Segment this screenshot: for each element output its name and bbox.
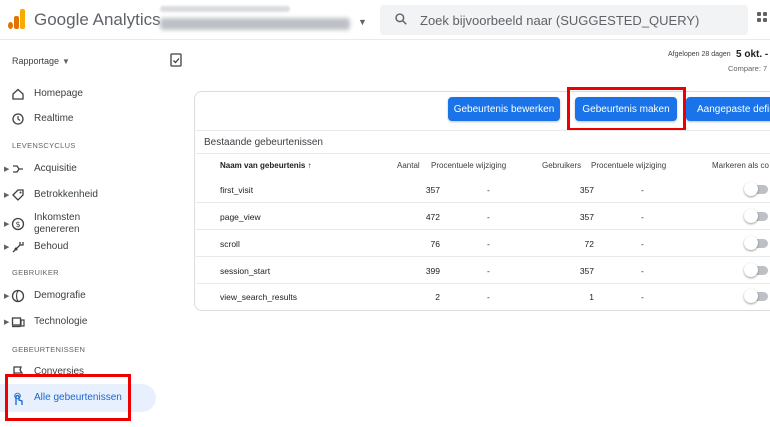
event-name[interactable]: page_view — [220, 212, 261, 222]
analytics-logo-icon[interactable] — [8, 9, 26, 29]
date-range-picker[interactable]: 5 okt. - — [736, 49, 768, 60]
event-count: 76 — [430, 239, 440, 249]
chevron-down-icon[interactable]: ▼ — [358, 17, 367, 27]
sidebar-item-label: Demografie — [34, 290, 86, 301]
home-icon — [12, 88, 24, 100]
search-input[interactable] — [420, 5, 740, 35]
user-count: 1 — [589, 292, 594, 302]
users-change: - — [641, 212, 644, 222]
highlight-box-nav — [5, 374, 131, 421]
clock-icon — [12, 113, 24, 125]
event-count: 472 — [425, 212, 440, 222]
section-lifecycle: LEVENSCYCLUS — [12, 141, 76, 150]
svg-text:$: $ — [15, 220, 20, 229]
users-change: - — [641, 239, 644, 249]
custom-definitions-button[interactable]: Aangepaste defin — [686, 97, 770, 121]
conversion-toggle[interactable] — [744, 289, 768, 303]
highlight-box-create — [567, 87, 686, 131]
count-change: - — [487, 292, 490, 302]
event-name[interactable]: scroll — [220, 239, 240, 249]
divider — [194, 130, 770, 131]
sidebar-item-betrokkenheid[interactable]: ▶ Betrokkenheid — [0, 184, 160, 206]
event-name[interactable]: view_search_results — [220, 292, 297, 302]
engagement-icon — [12, 189, 24, 201]
expand-arrow-icon[interactable]: ▶ — [4, 220, 9, 228]
sidebar-item-realtime[interactable]: Realtime — [0, 108, 160, 130]
user-count: 72 — [584, 239, 594, 249]
count-change: - — [487, 266, 490, 276]
user-count: 357 — [579, 185, 594, 195]
users-change: - — [641, 292, 644, 302]
sidebar-item-label: Technologie — [34, 316, 88, 327]
chevron-down-icon[interactable]: ▼ — [62, 57, 70, 66]
count-change: - — [487, 185, 490, 195]
event-count: 357 — [425, 185, 440, 195]
expand-arrow-icon[interactable]: ▶ — [4, 191, 9, 199]
sidebar-item-acquisitie[interactable]: ▶ Acquisitie — [0, 158, 160, 180]
sidebar-item-label: Betrokkenheid — [34, 189, 98, 200]
event-name[interactable]: session_start — [220, 266, 270, 276]
event-count: 2 — [435, 292, 440, 302]
date-compare-label: Compare: 7 — [728, 64, 768, 73]
conversion-toggle[interactable] — [744, 209, 768, 223]
monetization-icon: $ — [11, 217, 25, 231]
sidebar-item-behoud[interactable]: ▶ Behoud — [0, 236, 160, 258]
column-header-count[interactable]: Aantal — [397, 161, 420, 170]
conversion-toggle[interactable] — [744, 263, 768, 277]
sidebar-item-homepage[interactable]: Homepage — [0, 83, 160, 105]
expand-arrow-icon[interactable]: ▶ — [4, 292, 9, 300]
reports-label[interactable]: Rapportage — [12, 56, 59, 66]
account-selector[interactable] — [160, 6, 360, 34]
column-header-label: Naam van gebeurtenis — [220, 161, 306, 170]
column-header-users[interactable]: Gebruikers — [542, 161, 581, 170]
sidebar-item-label: Realtime — [34, 113, 74, 124]
sidebar-item-label: Inkomsten genereren — [34, 212, 81, 235]
table-row: scroll 76 - 72 - — [194, 230, 770, 257]
users-change: - — [641, 185, 644, 195]
date-range-label: Afgelopen 28 dagen — [668, 51, 731, 58]
divider — [194, 153, 770, 154]
user-count: 357 — [579, 266, 594, 276]
expand-arrow-icon[interactable]: ▶ — [4, 318, 9, 326]
section-events: GEBEURTENISSEN — [12, 345, 86, 354]
sidebar-item-label: Acquisitie — [34, 163, 77, 174]
expand-arrow-icon[interactable]: ▶ — [4, 165, 9, 173]
column-header-count-change[interactable]: Procentuele wijziging — [431, 161, 506, 170]
table-row: page_view 472 - 357 - — [194, 203, 770, 230]
product-name: Google Analytics — [34, 10, 161, 29]
table-title: Bestaande gebeurtenissen — [204, 137, 323, 148]
globe-icon — [11, 289, 25, 303]
search-bar[interactable] — [380, 5, 748, 35]
apps-grid-icon[interactable] — [757, 12, 770, 28]
devices-icon — [11, 317, 25, 328]
users-change: - — [641, 266, 644, 276]
table-row: first_visit 357 - 357 - — [194, 176, 770, 203]
sidebar: Rapportage ▼ Homepage Realtime LEVENSCYC… — [0, 40, 192, 427]
expand-arrow-icon[interactable]: ▶ — [4, 243, 9, 251]
column-header-name[interactable]: Naam van gebeurtenis ↑ — [220, 161, 312, 170]
sort-arrow-up-icon[interactable]: ↑ — [308, 161, 312, 170]
conversion-toggle[interactable] — [744, 182, 768, 196]
search-icon — [395, 13, 407, 25]
sidebar-item-label: Homepage — [34, 88, 83, 99]
conversion-toggle[interactable] — [744, 236, 768, 250]
table-row: session_start 399 - 357 - — [194, 257, 770, 284]
report-doc-icon[interactable] — [170, 53, 183, 67]
sidebar-item-label: Behoud — [34, 241, 69, 252]
section-user: GEBRUIKER — [12, 268, 59, 277]
column-header-conversion[interactable]: Markeren als co — [712, 161, 769, 170]
event-name[interactable]: first_visit — [220, 185, 253, 195]
column-header-users-change[interactable]: Procentuele wijziging — [591, 161, 666, 170]
table-row: view_search_results 2 - 1 - — [194, 283, 770, 310]
count-change: - — [487, 239, 490, 249]
sidebar-item-technologie[interactable]: ▶ Technologie — [0, 311, 160, 333]
count-change: - — [487, 212, 490, 222]
edit-event-button[interactable]: Gebeurtenis bewerken — [448, 97, 560, 121]
event-count: 399 — [425, 266, 440, 276]
retention-icon — [12, 242, 24, 253]
top-app-bar: Google Analytics ▼ — [0, 0, 770, 40]
sidebar-item-demografie[interactable]: ▶ Demografie — [0, 285, 160, 307]
acquisition-icon — [13, 165, 23, 173]
user-count: 357 — [579, 212, 594, 222]
